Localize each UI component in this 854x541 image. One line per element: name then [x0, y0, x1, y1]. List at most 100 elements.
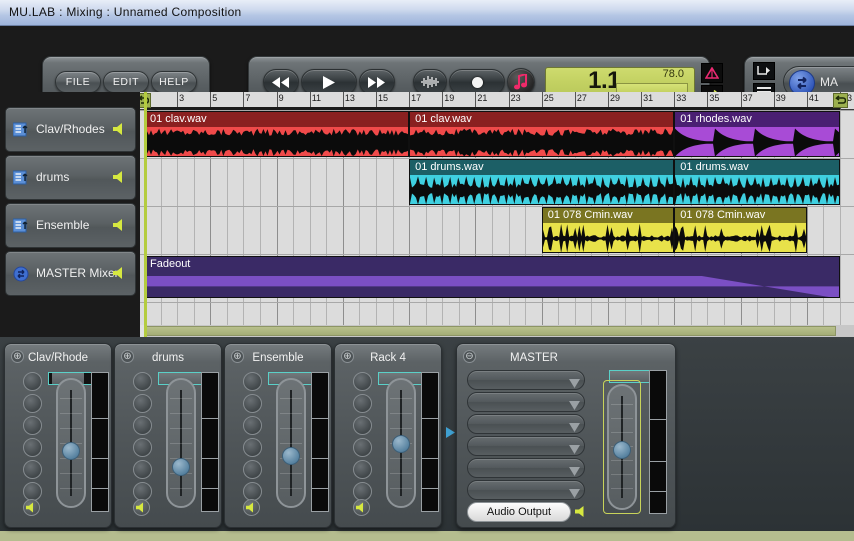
- audio-clip[interactable]: 01 drums.wav: [409, 159, 675, 205]
- send-knob[interactable]: [353, 394, 372, 413]
- track-header-master-mixer[interactable]: MASTER Mixer: [5, 251, 136, 296]
- chevron-down-icon[interactable]: [569, 419, 580, 437]
- waveform: [410, 175, 674, 204]
- send-knob[interactable]: [353, 438, 372, 457]
- fader-handle[interactable]: [172, 457, 190, 476]
- send-knob[interactable]: [23, 438, 42, 457]
- arrangement-area[interactable]: 35791113151719212325272931333537394143 0…: [140, 92, 854, 337]
- volume-fader[interactable]: [56, 378, 86, 508]
- speaker-icon[interactable]: [113, 218, 127, 232]
- chevron-down-icon[interactable]: [569, 463, 580, 481]
- edit-button[interactable]: EDIT: [103, 71, 149, 93]
- volume-fader[interactable]: [166, 378, 196, 508]
- scrollbar-thumb[interactable]: [146, 326, 836, 336]
- mulab-logo-icon: [13, 266, 29, 282]
- audio-clip[interactable]: 01 drums.wav: [674, 159, 840, 205]
- send-knob[interactable]: [133, 438, 152, 457]
- send-knob[interactable]: [133, 372, 152, 391]
- mixer-strip-rack-4[interactable]: ⊕ Rack 4: [334, 343, 442, 528]
- master-fader-handle[interactable]: [613, 440, 631, 459]
- audio-clip[interactable]: 01 078 Cmin.wav: [541, 207, 675, 253]
- mixer-strip-ensemble[interactable]: ⊕ Ensemble: [224, 343, 332, 528]
- send-knob[interactable]: [243, 438, 262, 457]
- horizontal-scrollbar[interactable]: [140, 325, 854, 337]
- mixer-strip-master[interactable]: ⊖ MASTER Audio Output: [456, 343, 676, 528]
- file-button[interactable]: FILE: [55, 71, 101, 93]
- send-knob[interactable]: [133, 460, 152, 479]
- playhead[interactable]: [144, 92, 147, 337]
- mute-button[interactable]: [353, 499, 370, 516]
- master-expand-chevron[interactable]: [446, 425, 455, 443]
- master-insert-slot[interactable]: [467, 436, 585, 456]
- send-knob[interactable]: [353, 416, 372, 435]
- volume-fader[interactable]: [276, 378, 306, 508]
- fader-scale: [280, 398, 302, 492]
- send-knob[interactable]: [243, 416, 262, 435]
- track-header-drums[interactable]: drums: [5, 155, 136, 200]
- audio-clip[interactable]: 01 078 Cmin.wav: [674, 207, 807, 253]
- chevron-down-icon[interactable]: [569, 375, 580, 393]
- audio-clip[interactable]: 01 rhodes.wav: [674, 111, 840, 157]
- automation-envelope[interactable]: [145, 271, 839, 297]
- track-icon: [12, 218, 29, 234]
- level-meter: [91, 372, 109, 512]
- speaker-icon[interactable]: [113, 170, 127, 184]
- send-knob[interactable]: [243, 460, 262, 479]
- track-header-clav-rhodes[interactable]: Clav/Rhodes: [5, 107, 136, 152]
- speaker-icon[interactable]: [113, 122, 127, 136]
- mute-button[interactable]: [23, 499, 40, 516]
- track-icon: [12, 122, 29, 138]
- send-knob[interactable]: [353, 372, 372, 391]
- clip-label: 01 drums.wav: [675, 160, 839, 175]
- speaker-icon[interactable]: [113, 266, 127, 280]
- waveform: [145, 127, 409, 156]
- timeline-ruler[interactable]: 35791113151719212325272931333537394143: [140, 92, 854, 110]
- send-knob[interactable]: [23, 416, 42, 435]
- clip-label: 01 rhodes.wav: [675, 112, 839, 127]
- mixer-strip-drums[interactable]: ⊕ drums: [114, 343, 222, 528]
- fader-handle[interactable]: [62, 441, 80, 460]
- mute-button[interactable]: [243, 499, 260, 516]
- mixer-strip-clav-rhode[interactable]: ⊕ Clav/Rhode: [4, 343, 112, 528]
- send-knob[interactable]: [133, 416, 152, 435]
- automation-clip[interactable]: Fadeout: [144, 256, 840, 298]
- audio-output-button[interactable]: Audio Output: [467, 502, 571, 522]
- ruler-tick-label: 21: [477, 93, 488, 103]
- chevron-down-icon[interactable]: [569, 485, 580, 503]
- master-insert-slot[interactable]: [467, 414, 585, 434]
- master-insert-slot[interactable]: [467, 480, 585, 500]
- mixer-footer-bar: [0, 531, 854, 541]
- chevron-down-icon[interactable]: [569, 397, 580, 415]
- help-button[interactable]: HELP: [151, 71, 197, 93]
- send-knob[interactable]: [243, 394, 262, 413]
- audio-output-speaker-icon[interactable]: [575, 505, 588, 523]
- audio-clip[interactable]: 01 clav.wav: [144, 111, 410, 157]
- send-knob[interactable]: [243, 372, 262, 391]
- master-insert-slot[interactable]: [467, 392, 585, 412]
- chevron-right-icon: [446, 427, 455, 438]
- master-insert-slot[interactable]: [467, 458, 585, 478]
- send-knob[interactable]: [353, 460, 372, 479]
- audio-clip[interactable]: 01 clav.wav: [409, 111, 675, 157]
- send-knob[interactable]: [23, 372, 42, 391]
- send-knob[interactable]: [23, 460, 42, 479]
- ruler-tick-label: 13: [344, 93, 355, 103]
- ruler-tick-label: 35: [709, 93, 720, 103]
- clip-label: 01 078 Cmin.wav: [675, 208, 806, 223]
- arrangement-grid[interactable]: 01 clav.wav 01 clav.wav 01 rhodes.wav 01 dr…: [140, 110, 854, 337]
- send-knob[interactable]: [133, 394, 152, 413]
- send-knob[interactable]: [23, 394, 42, 413]
- mute-button[interactable]: [133, 499, 150, 516]
- track-header-list: Clav/Rhodes drums Ensemble MASTER Mixer: [0, 92, 140, 337]
- master-insert-slot[interactable]: [467, 370, 585, 390]
- ruler-tick-label: 9: [278, 93, 284, 103]
- track-header-ensemble[interactable]: Ensemble: [5, 203, 136, 248]
- waveform: [675, 223, 806, 252]
- loop-end-marker[interactable]: [833, 93, 848, 108]
- fader-handle[interactable]: [392, 434, 410, 453]
- warning-toggle[interactable]: [701, 63, 723, 83]
- chevron-down-icon[interactable]: [569, 441, 580, 459]
- volume-fader[interactable]: [386, 378, 416, 508]
- arrow-out-button[interactable]: [753, 62, 775, 80]
- master-volume-fader[interactable]: [607, 384, 637, 510]
